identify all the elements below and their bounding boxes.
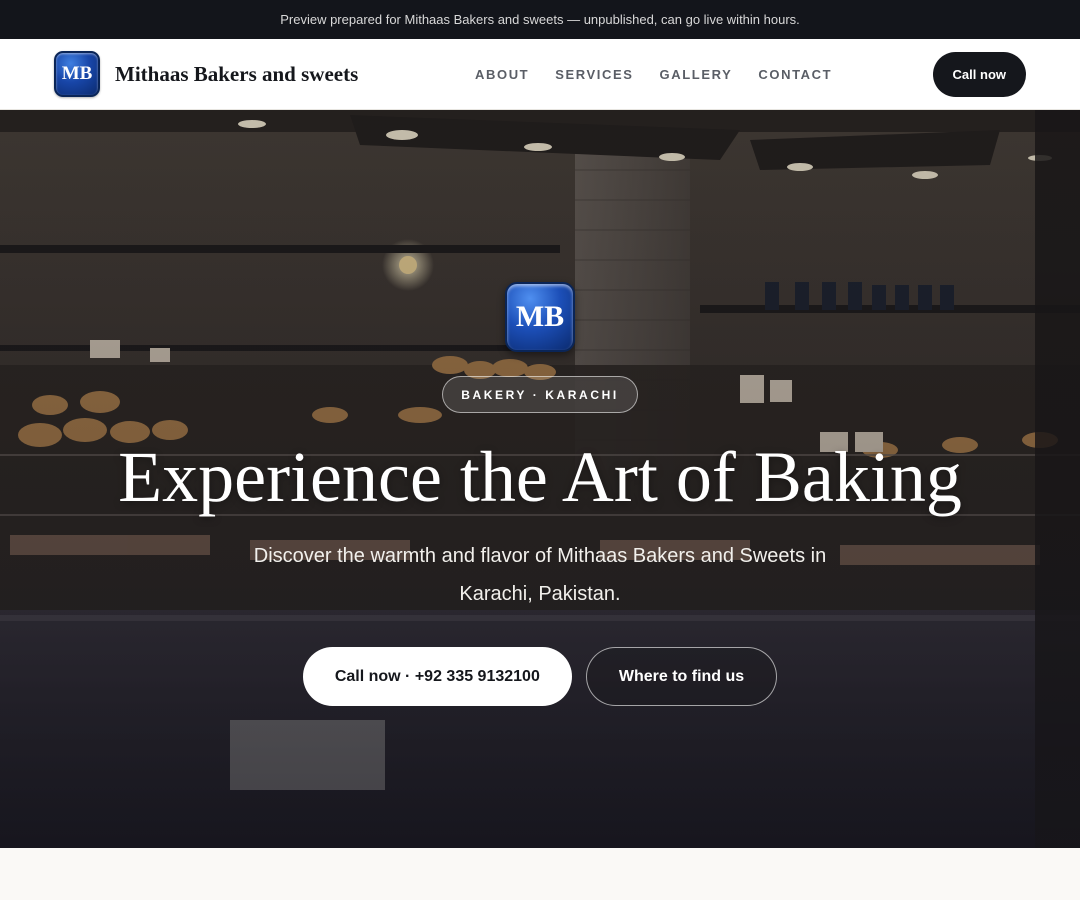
- hero-logo: MB: [505, 282, 575, 352]
- nav-services[interactable]: SERVICES: [555, 67, 633, 82]
- brand[interactable]: MB Mithaas Bakers and sweets: [54, 51, 358, 97]
- find-us-button[interactable]: Where to find us: [585, 647, 778, 706]
- brand-name[interactable]: Mithaas Bakers and sweets: [115, 62, 358, 87]
- logo-text: MB: [61, 63, 93, 84]
- call-phone-button[interactable]: Call now · +92 335 9132100: [302, 647, 572, 706]
- nav-contact[interactable]: CONTACT: [758, 67, 832, 82]
- next-section-start: [0, 848, 1080, 900]
- preview-banner-text: Preview prepared for Mithaas Bakers and …: [280, 12, 800, 27]
- site-header: MB Mithaas Bakers and sweets ABOUT SERVI…: [0, 39, 1080, 110]
- hero-content: MB BAKERY · KARACHI Experience the Art o…: [0, 110, 1080, 848]
- hero-actions: Call now · +92 335 9132100 Where to find…: [302, 647, 778, 706]
- hero-section: MB BAKERY · KARACHI Experience the Art o…: [0, 110, 1080, 848]
- logo[interactable]: MB: [54, 51, 100, 97]
- main-nav: ABOUT SERVICES GALLERY CONTACT: [475, 39, 858, 110]
- call-now-button[interactable]: Call now: [932, 52, 1026, 97]
- category-badge: BAKERY · KARACHI: [442, 376, 638, 413]
- nav-about[interactable]: ABOUT: [475, 67, 529, 82]
- hero-logo-text: MB: [515, 300, 565, 333]
- nav-gallery[interactable]: GALLERY: [660, 67, 733, 82]
- hero-subtitle: Discover the warmth and flavor of Mithaa…: [253, 545, 827, 605]
- preview-banner: Preview prepared for Mithaas Bakers and …: [0, 0, 1080, 39]
- hero-title: Experience the Art of Baking: [118, 437, 962, 517]
